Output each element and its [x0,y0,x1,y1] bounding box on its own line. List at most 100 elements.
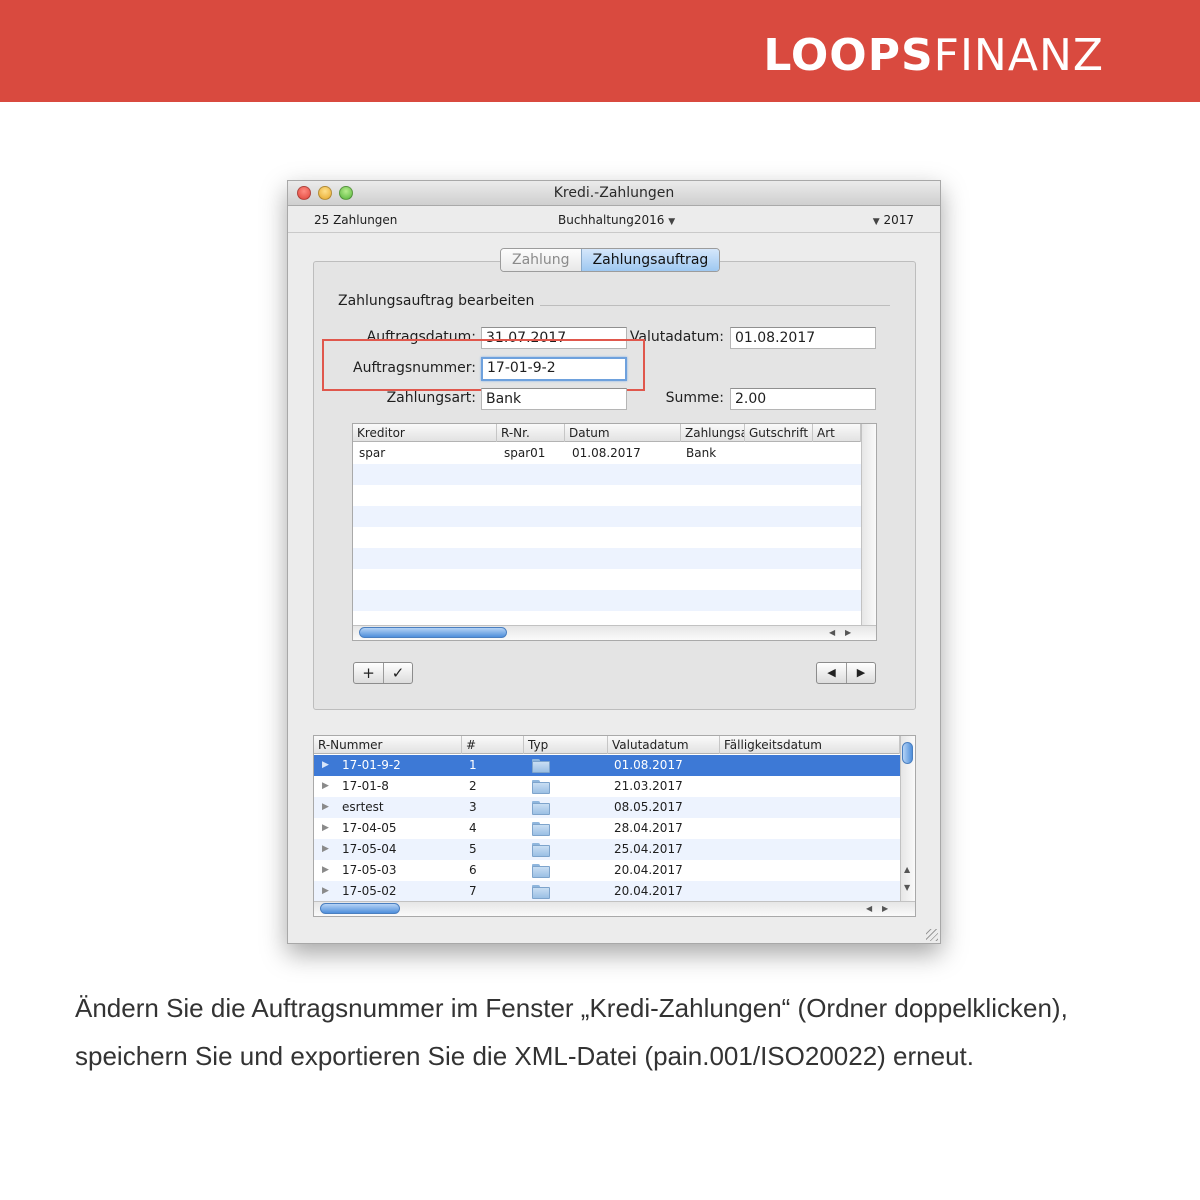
cell-num: 1 [469,758,477,772]
cell-rnummer: 17-05-04 [342,842,397,856]
folder-icon[interactable] [532,864,550,878]
resize-grip-icon[interactable] [926,929,938,941]
scroll-left-arrow-icon[interactable]: ◀ [866,903,872,915]
window-title: Kredi.-Zahlungen [553,185,675,201]
navigation-button-group: ◀ ▶ [816,662,876,684]
zahlungsart-field[interactable]: Bank [481,388,627,410]
cell-rnummer: 17-01-8 [342,779,389,793]
cell-valutadatum: 01.08.2017 [614,758,683,772]
scroll-left-arrow-icon[interactable]: ◀ [829,627,835,639]
summe-label: Summe: [665,390,724,406]
folder-icon[interactable] [532,885,550,899]
detail-scroll-thumb[interactable] [359,627,507,638]
caption-line-1: Ändern Sie die Auftragsnummer im Fenster… [75,993,1068,1023]
folder-icon[interactable] [532,843,550,857]
column-header-typ[interactable]: Typ [524,736,608,754]
disclosure-triangle-icon[interactable]: ▶ [322,755,329,776]
column-header-valutadatum[interactable]: Valutadatum [608,736,720,754]
column-header-art[interactable]: Art [813,424,861,442]
table-row-empty [353,548,861,569]
scroll-up-arrow-icon[interactable]: ▲ [904,864,910,876]
detail-table-header: Kreditor R-Nr. Datum Zahlungsa Gutschrif… [353,424,876,442]
table-row-empty [353,590,861,611]
section-divider [540,305,890,306]
disclosure-triangle-icon[interactable]: ▶ [322,839,329,860]
detail-horizontal-scrollbar[interactable]: ◀ ▶ [353,625,876,640]
info-bar: 25 Zahlungen Buchhaltung2016 ▼ ▼ 2017 [288,207,940,233]
table-row-empty [353,485,861,506]
cell-rnr: spar01 [504,446,546,460]
column-header-rnr[interactable]: R-Nr. [497,424,565,442]
table-row[interactable]: ▶ 17-05-03 6 20.04.2017 [314,860,900,881]
table-row[interactable]: ▶ 17-04-05 4 28.04.2017 [314,818,900,839]
cell-num: 5 [469,842,477,856]
payment-orders-table[interactable]: R-Nummer # Typ Valutadatum Fälligkeitsda… [313,735,916,917]
table-row[interactable]: ▶ esrtest 3 08.05.2017 [314,797,900,818]
tab-zahlung[interactable]: Zahlung [501,249,581,271]
add-button[interactable]: + [354,663,383,683]
cell-kreditor: spar [359,446,386,460]
disclosure-triangle-icon[interactable]: ▶ [322,776,329,797]
confirm-button[interactable]: ✓ [383,663,412,683]
cell-rnummer: 17-05-03 [342,863,397,877]
book-popup-label: Buchhaltung2016 [558,213,665,227]
add-confirm-button-group: + ✓ [353,662,413,684]
list-vertical-scrollbar[interactable]: ▲ ▼ [900,736,915,901]
scroll-right-arrow-icon[interactable]: ▶ [845,627,851,639]
cell-valutadatum: 21.03.2017 [614,779,683,793]
column-header-zahlungsart[interactable]: Zahlungsa [681,424,745,442]
cell-num: 6 [469,863,477,877]
previous-button[interactable]: ◀ [817,663,846,683]
cell-zahlungsart: Bank [686,446,717,460]
column-header-num[interactable]: # [462,736,524,754]
scroll-right-arrow-icon[interactable]: ▶ [882,903,888,915]
cell-rnummer: esrtest [342,800,384,814]
table-row[interactable]: ▶ 17-05-04 5 25.04.2017 [314,839,900,860]
cell-rnummer: 17-04-05 [342,821,397,835]
book-popup[interactable]: Buchhaltung2016 ▼ [558,213,675,227]
disclosure-triangle-icon[interactable]: ▶ [322,818,329,839]
disclosure-triangle-icon[interactable]: ▶ [322,797,329,818]
column-header-kreditor[interactable]: Kreditor [353,424,497,442]
title-bar[interactable]: Kredi.-Zahlungen [288,181,940,206]
caption-line-2: speichern Sie und exportieren Sie die XM… [75,1041,974,1071]
tab-zahlungsauftrag[interactable]: Zahlungsauftrag [580,249,720,271]
next-button[interactable]: ▶ [846,663,875,683]
popup-triangle-icon: ▼ [872,217,880,227]
brand-logo-light: FINANZ [933,30,1104,81]
cell-num: 4 [469,821,477,835]
payment-orders-header: R-Nummer # Typ Valutadatum Fälligkeitsda… [314,736,915,754]
detail-vertical-scrollbar[interactable] [861,424,876,626]
list-horizontal-scrollbar[interactable]: ◀ ▶ [314,901,915,916]
section-title: Zahlungsauftrag bearbeiten [338,293,535,309]
scroll-down-arrow-icon[interactable]: ▼ [904,882,910,894]
year-popup[interactable]: ▼ 2017 [873,213,914,227]
table-row[interactable]: spar spar01 01.08.2017 Bank [353,443,861,464]
popup-triangle-icon: ▼ [668,217,676,227]
folder-icon[interactable] [532,759,550,773]
table-row-selected[interactable]: ▶ 17-01-9-2 1 01.08.2017 [314,755,900,776]
folder-icon[interactable] [532,822,550,836]
list-horizontal-scroll-thumb[interactable] [320,903,400,914]
zahlungsart-label: Zahlungsart: [386,390,476,406]
column-header-rnummer[interactable]: R-Nummer [314,736,462,754]
table-row-empty [353,506,861,527]
column-header-datum[interactable]: Datum [565,424,681,442]
column-header-gutschrift[interactable]: Gutschrift [745,424,813,442]
table-row[interactable]: ▶ 17-01-8 2 21.03.2017 [314,776,900,797]
detail-table[interactable]: Kreditor R-Nr. Datum Zahlungsa Gutschrif… [352,423,877,641]
brand-logo-bold: LOOPS [763,30,934,81]
table-row[interactable]: ▶ 17-05-02 7 20.04.2017 [314,881,900,902]
disclosure-triangle-icon[interactable]: ▶ [322,860,329,881]
disclosure-triangle-icon[interactable]: ▶ [322,881,329,902]
column-header-faelligkeitsdatum[interactable]: Fälligkeitsdatum [720,736,900,754]
valutadatum-field[interactable]: 01.08.2017 [730,327,876,349]
list-vertical-scroll-thumb[interactable] [902,742,913,764]
year-popup-label: 2017 [883,213,914,227]
cell-num: 3 [469,800,477,814]
summe-field[interactable]: 2.00 [730,388,876,410]
folder-icon[interactable] [532,780,550,794]
cell-num: 2 [469,779,477,793]
folder-icon[interactable] [532,801,550,815]
table-row-empty [353,569,861,590]
